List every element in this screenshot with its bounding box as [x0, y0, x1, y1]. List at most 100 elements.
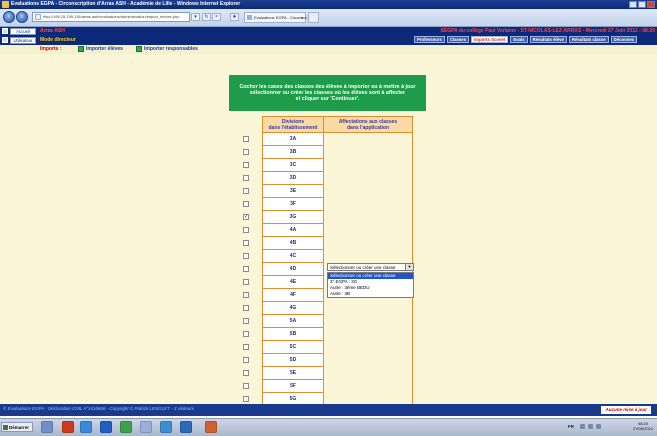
division-cell: 3G	[262, 211, 324, 224]
dropdown-arrow-icon[interactable]: ▾	[191, 13, 200, 21]
app-icon[interactable]	[140, 421, 152, 433]
school-info: SEGPA du collège Paul Verlaine - ST-NICO…	[440, 28, 655, 34]
header-affectations: Affectations aux classes dans l'applicat…	[323, 116, 413, 133]
table-row: 3C	[0, 159, 657, 172]
media-icon[interactable]	[62, 421, 74, 433]
clock-date: 27/06/2012	[632, 426, 653, 431]
tray-icon[interactable]	[580, 424, 585, 429]
tray-icon[interactable]	[588, 424, 593, 429]
division-checkbox[interactable]	[243, 266, 249, 272]
browser-tab[interactable]: Evaluations EGPA - Circonscr... ×	[244, 12, 310, 23]
tab-classes[interactable]: Classes	[446, 36, 470, 43]
division-checkbox[interactable]	[243, 305, 249, 311]
forward-button[interactable]: ›	[16, 11, 28, 23]
spreadsheet-icon	[136, 46, 142, 52]
division-cell: 3A	[262, 133, 324, 146]
app-icon[interactable]	[205, 421, 217, 433]
division-checkbox[interactable]	[243, 175, 249, 181]
app-icon[interactable]	[180, 421, 192, 433]
select-option[interactable]: Autre : 3B	[328, 291, 413, 297]
division-cell: 3E	[262, 185, 324, 198]
chevron-down-icon[interactable]: ▼	[405, 264, 413, 270]
minimize-button[interactable]	[629, 1, 637, 8]
division-checkbox[interactable]	[243, 227, 249, 233]
division-cell: 5G	[262, 393, 324, 404]
division-checkbox[interactable]	[243, 383, 249, 389]
division-cell: 3F	[262, 198, 324, 211]
class-select[interactable]: Sélectionner ou créer une classe ▼	[327, 263, 414, 271]
division-checkbox[interactable]	[243, 344, 249, 350]
home-icon	[2, 28, 8, 34]
division-checkbox[interactable]	[243, 318, 249, 324]
app-icon[interactable]	[160, 421, 172, 433]
division-cell: 3D	[262, 172, 324, 185]
favorites-icon[interactable]: ★	[230, 13, 239, 21]
table-row: 3D	[0, 172, 657, 185]
division-cell: 4D	[262, 263, 324, 276]
division-cell: 5D	[262, 354, 324, 367]
instructions-box: Cocher les cases des classes des élèves …	[229, 75, 426, 111]
division-checkbox[interactable]	[243, 253, 249, 259]
division-checkbox[interactable]	[243, 292, 249, 298]
division-checkbox[interactable]	[243, 201, 249, 207]
app-icon[interactable]	[120, 421, 132, 433]
division-checkbox[interactable]	[243, 357, 249, 363]
close-window-button[interactable]	[647, 1, 655, 8]
division-checkbox[interactable]	[243, 370, 249, 376]
ie-app-icon	[2, 1, 9, 8]
language-indicator[interactable]: FR	[568, 424, 574, 429]
table-row: 5A	[0, 315, 657, 328]
division-cell: 5C	[262, 341, 324, 354]
update-button[interactable]: Aucune mise à jour	[601, 406, 651, 414]
table-row: 5F	[0, 380, 657, 393]
division-checkbox[interactable]	[243, 188, 249, 194]
outlook-icon[interactable]	[100, 421, 112, 433]
division-checkbox[interactable]	[243, 162, 249, 168]
table-row: ✓ 3G	[0, 211, 657, 224]
division-checkbox[interactable]: ✓	[243, 214, 249, 220]
start-button[interactable]: Démarrer	[1, 422, 33, 432]
division-checkbox[interactable]	[243, 240, 249, 246]
main-nav: Professeurs Classes Imports Sconet Evals…	[414, 36, 638, 43]
instructions-text: Cocher les cases des classes des élèves …	[239, 84, 416, 102]
explorer-icon[interactable]	[41, 421, 53, 433]
ie-icon[interactable]	[80, 421, 92, 433]
tab-deconnexion[interactable]: Déconnex	[610, 36, 638, 43]
division-cell: 4G	[262, 302, 324, 315]
tab-evals[interactable]: Evals	[510, 36, 528, 43]
new-tab-button[interactable]	[308, 12, 319, 23]
division-cell: 4C	[262, 250, 324, 263]
mode-label: Mode directeur	[40, 37, 76, 43]
division-checkbox[interactable]	[243, 279, 249, 285]
stop-icon[interactable]: ×	[212, 13, 221, 21]
maximize-button[interactable]	[638, 1, 646, 8]
division-cell: 4E	[262, 276, 324, 289]
app-header: Accueil Utilisateur Aide Arras ASH Mode …	[0, 27, 657, 54]
table-row: 3B	[0, 146, 657, 159]
class-select-dropdown: Sélectionner ou créer une classe 3° EGPA …	[327, 272, 414, 298]
utilisateur-button[interactable]: Utilisateur	[10, 37, 36, 44]
division-cell: 3C	[262, 159, 324, 172]
tab-imports-sconet[interactable]: Imports Sconet	[471, 36, 509, 43]
windows-logo-icon	[3, 425, 8, 430]
address-bar[interactable]: http://195.25.195.116/arras.ash/evaluati…	[32, 12, 190, 22]
back-button[interactable]: ‹	[3, 11, 15, 23]
clock[interactable]: 08:20 27/06/2012	[633, 421, 653, 431]
tab-resultats-classe[interactable]: Résultats classe	[568, 36, 609, 43]
division-checkbox[interactable]	[243, 396, 249, 402]
division-cell: 4F	[262, 289, 324, 302]
accueil-button[interactable]: Accueil	[10, 28, 36, 35]
class-select-value: Sélectionner ou créer une classe	[330, 265, 396, 270]
import-responsables-link[interactable]: Importer responsables	[144, 46, 198, 52]
division-checkbox[interactable]	[243, 136, 249, 142]
tray-icon[interactable]	[596, 424, 601, 429]
main-content: Cocher les cases des classes des élèves …	[0, 54, 657, 404]
refresh-icon[interactable]: ↻	[202, 13, 211, 21]
user-icon	[2, 37, 8, 43]
import-eleves-link[interactable]: Importer élèves	[86, 46, 123, 52]
close-tab-icon[interactable]: ×	[301, 13, 303, 23]
tab-resultats-eleve[interactable]: Résultats élève	[529, 36, 567, 43]
division-checkbox[interactable]	[243, 149, 249, 155]
tab-professeurs[interactable]: Professeurs	[414, 36, 445, 43]
division-checkbox[interactable]	[243, 331, 249, 337]
